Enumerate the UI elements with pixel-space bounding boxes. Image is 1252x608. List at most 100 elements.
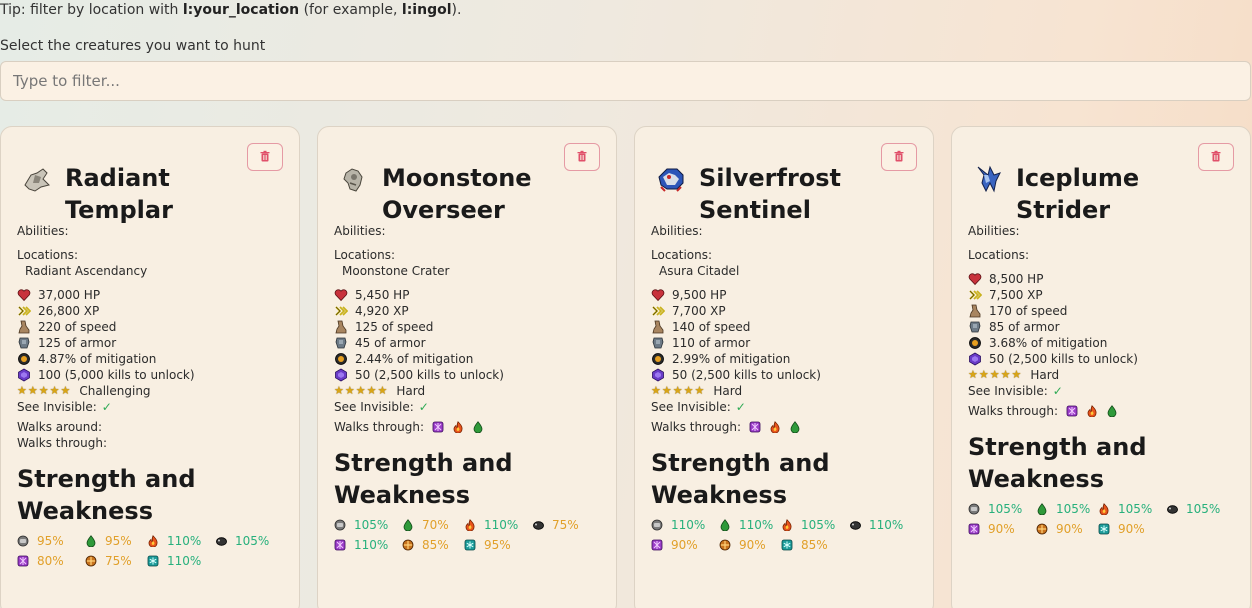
star-icon: ★ [1000,368,1011,381]
creature-sprite-icon [972,163,1004,195]
strength-weakness-grid: 95% 95% 110% 105% 80% 75% 110% [17,533,283,569]
modifier-value: 110% [869,518,904,532]
element-modifier-earth: 110% [719,517,781,533]
star-icon: ★ [334,384,344,397]
trash-icon [893,150,905,165]
element-modifier-death: 105% [1166,501,1236,517]
star-icon: ★ [661,384,672,397]
modifier-value: 85% [422,538,449,552]
creature-name: Radiant Templar [65,164,173,224]
delete-button[interactable] [247,143,283,171]
location-value: Moonstone Crater [342,264,450,278]
death-icon [849,519,861,531]
holy-icon [402,539,414,551]
xp-stat: 26,800 XP [17,303,283,319]
energy-icon [651,539,663,551]
locations-label: Locations: [651,248,713,262]
ice-icon [781,539,793,551]
energy-icon [17,555,29,567]
tip-text: Tip: filter by location with l:your_loca… [0,2,461,18]
modifier-value: 105% [1186,502,1221,516]
modifier-value: 75% [552,518,579,532]
element-modifier-fire: 110% [464,517,532,533]
trash-icon [576,150,588,165]
walks-around-row: Walks around: [17,419,283,435]
creature-sprite-icon [21,163,53,195]
delete-button[interactable] [1198,143,1234,171]
difficulty-value: Challenging [79,384,151,398]
filter-input[interactable] [0,61,1251,101]
delete-button[interactable] [881,143,917,171]
strength-weakness-grid: 105% 105% 105% 105% 90% 90% 90% [968,501,1234,537]
speed-icon [651,320,665,334]
difficulty-stat: ★ ★ ★ ★ ★ Hard [651,383,917,399]
walks-through-label: Walks through: [17,436,107,450]
charm-points-stat: 50 (2,500 kills to unlock) [334,367,600,383]
element-modifier-physical: 95% [17,533,85,549]
walks-through-icons [432,421,484,433]
mitigation-stat-value: 2.99% of mitigation [672,352,791,366]
modifier-value: 110% [484,518,519,532]
walks-through-icons [1066,405,1118,417]
element-modifier-ice: 95% [464,537,532,553]
physical-icon [651,519,663,531]
charm-icon [17,368,31,382]
modifier-value: 90% [1118,522,1145,536]
charm-points-stat-value: 50 (2,500 kills to unlock) [989,352,1138,366]
hp-stat: 9,500 HP [651,287,917,303]
modifier-value: 105% [354,518,389,532]
strength-weakness-title: Strength and Weakness [17,465,196,525]
delete-button[interactable] [564,143,600,171]
see-invisible-label: See Invisible: [334,400,414,414]
see-invisible-label: See Invisible: [17,400,97,414]
star-icon: ★ [683,384,694,397]
walks-through-label: Walks through: [334,420,424,434]
mitigation-icon [334,352,348,366]
difficulty-value: Hard [713,384,743,398]
xp-icon [17,304,31,318]
holy-icon [1036,523,1048,535]
creature-name: Iceplume Strider [1016,164,1140,224]
speed-icon [968,304,982,318]
modifier-value: 95% [105,534,132,548]
element-modifier-earth: 105% [1036,501,1098,517]
mitigation-stat: 3.68% of mitigation [968,335,1234,351]
see-invisible-row: See Invisible: ✓ [968,383,1234,399]
modifier-value: 90% [1056,522,1083,536]
walks-through-row: Walks through: [334,419,600,435]
element-modifier-holy: 90% [1036,521,1098,537]
armor-stat-value: 110 of armor [672,336,751,350]
star-icon: ★ [60,384,71,397]
earth-field-icon [1106,405,1118,417]
strength-weakness-grid: 105% 70% 110% 75% 110% 85% 95% [334,517,600,553]
modifier-value: 105% [235,534,270,548]
element-modifier-fire: 110% [147,533,215,549]
strength-weakness-title: Strength and Weakness [651,449,830,509]
element-modifier-energy: 90% [651,537,719,553]
speed-stat: 125 of speed [334,319,600,335]
death-icon [1166,503,1178,515]
charm-icon [968,352,982,366]
element-modifier-earth: 70% [402,517,464,533]
locations-label: Locations: [17,248,79,262]
energy-field-icon [432,421,444,433]
speed-stat: 140 of speed [651,319,917,335]
modifier-value: 75% [105,554,132,568]
charm-points-stat-value: 50 (2,500 kills to unlock) [672,368,821,382]
element-modifier-death: 105% [215,533,285,549]
modifier-value: 90% [739,538,766,552]
fire-icon [464,519,476,531]
element-modifier-holy: 85% [402,537,464,553]
see-invisible-row: See Invisible: ✓ [651,399,917,415]
modifier-value: 70% [422,518,449,532]
ice-icon [464,539,476,551]
energy-field-icon [749,421,761,433]
speed-icon [334,320,348,334]
armor-icon [17,336,31,350]
star-icon: ★ [968,368,978,381]
mitigation-stat: 2.99% of mitigation [651,351,917,367]
armor-stat: 110 of armor [651,335,917,351]
locations-label: Locations: [334,248,396,262]
element-modifier-ice: 110% [147,553,215,569]
creature-sprite-icon [338,163,370,195]
